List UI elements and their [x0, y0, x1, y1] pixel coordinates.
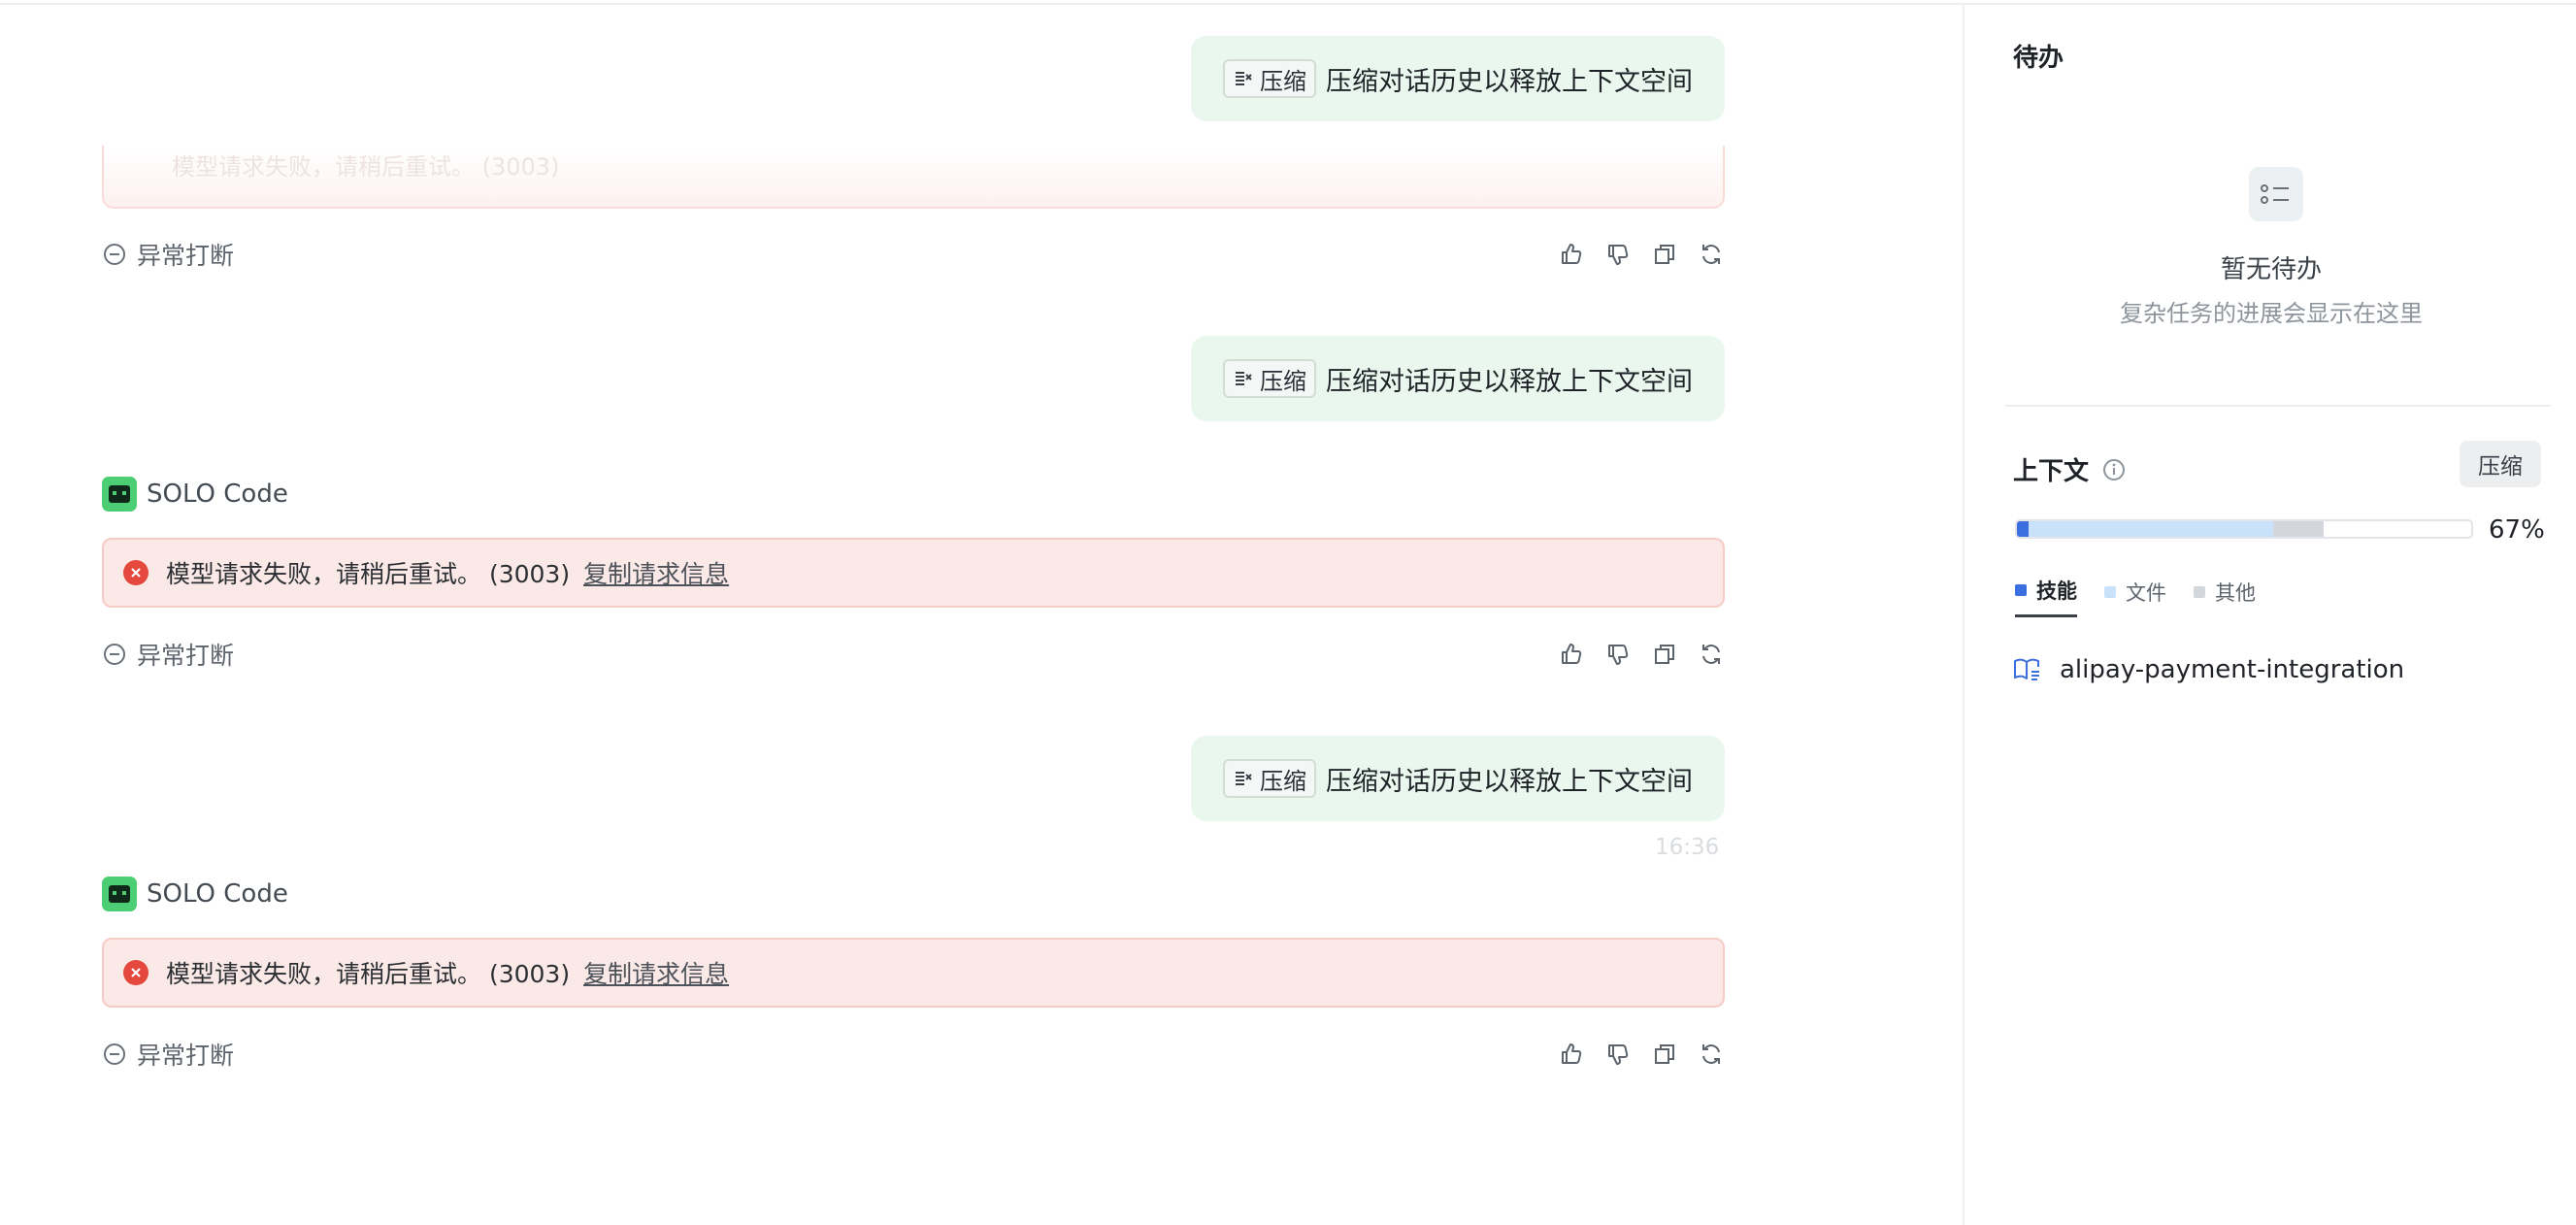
interrupt-label: 异常打断: [137, 642, 235, 670]
info-icon[interactable]: [2102, 458, 2126, 481]
thumbs-up-icon[interactable]: [1558, 241, 1585, 268]
compress-tag: 压缩: [1223, 359, 1316, 398]
interrupt-label: 异常打断: [137, 242, 235, 270]
todo-title: 待办: [2013, 44, 2064, 73]
legend-swatch: [2015, 584, 2027, 596]
message-status-row: 异常打断: [102, 1035, 1725, 1074]
compress-icon: [1236, 372, 1252, 385]
copy-icon[interactable]: [1651, 1041, 1678, 1068]
compress-button[interactable]: 压缩: [2460, 441, 2541, 487]
compress-icon: [1236, 772, 1252, 785]
tag-label: 压缩: [1260, 367, 1306, 395]
todo-empty-subtitle: 复杂任务的进展会显示在这里: [2120, 300, 2423, 327]
skill-item[interactable]: alipay-payment-integration: [2013, 655, 2404, 684]
message-timestamp: 16:36: [1655, 835, 1720, 860]
context-percent: 67%: [2489, 515, 2545, 545]
error-icon: [123, 960, 149, 985]
todo-list-icon: [2249, 167, 2303, 221]
error-text-wrap: 模型请求失败，请稍后重试。 (3003) 复制请求信息: [166, 555, 729, 590]
thumbs-down-icon[interactable]: [1604, 641, 1632, 668]
chat-area[interactable]: 压缩 压缩对话历史以释放上下文空间 模型请求失败，请稍后重试。 (3003) 异…: [0, 0, 1963, 1225]
message-status-row: 异常打断: [102, 635, 1725, 674]
legend-swatch: [2194, 585, 2205, 598]
copy-icon[interactable]: [1651, 641, 1678, 668]
agent-header: SOLO Code: [102, 477, 288, 512]
faded-error-text: 模型请求失败，请稍后重试。 (3003): [172, 153, 560, 181]
tag-label: 压缩: [1260, 67, 1306, 95]
copy-icon[interactable]: [1651, 241, 1678, 268]
interrupt-icon: [104, 644, 125, 665]
interrupt-status: 异常打断: [102, 637, 234, 672]
user-message: 压缩 压缩对话历史以释放上下文空间: [1191, 336, 1725, 421]
copy-request-info-link[interactable]: 复制请求信息: [583, 560, 729, 588]
compress-tag: 压缩: [1223, 759, 1316, 798]
interrupt-label: 异常打断: [137, 1042, 235, 1070]
app-window: 压缩 压缩对话历史以释放上下文空间 模型请求失败，请稍后重试。 (3003) 异…: [0, 0, 2576, 1225]
user-message-text: 压缩对话历史以释放上下文空间: [1326, 66, 1693, 97]
refresh-icon[interactable]: [1698, 1041, 1725, 1068]
context-title: 上下文: [2013, 457, 2090, 486]
faded-error-box: 模型请求失败，请稍后重试。 (3003): [102, 146, 1725, 209]
legend-swatch: [2104, 585, 2116, 598]
refresh-icon[interactable]: [1698, 241, 1725, 268]
context-header: 上下文: [2013, 451, 2126, 487]
refresh-icon[interactable]: [1698, 641, 1725, 668]
solo-code-logo: [102, 877, 137, 911]
copy-request-info-link[interactable]: 复制请求信息: [583, 960, 729, 988]
skill-name: alipay-payment-integration: [2060, 655, 2405, 684]
interrupt-icon: [104, 244, 125, 265]
solo-code-logo: [102, 477, 137, 512]
tag-label: 压缩: [1260, 767, 1306, 795]
legend-tab-other[interactable]: 其他: [2194, 576, 2256, 617]
thumbs-up-icon[interactable]: [1558, 1041, 1585, 1068]
thumbs-up-icon[interactable]: [1558, 641, 1585, 668]
interrupt-status: 异常打断: [102, 1037, 234, 1072]
error-message-box: 模型请求失败，请稍后重试。 (3003) 复制请求信息: [102, 538, 1725, 608]
message-actions: [1558, 1041, 1725, 1068]
message-status-row: 异常打断: [102, 235, 1725, 274]
legend-label: 文件: [2126, 580, 2166, 605]
message-actions: [1558, 641, 1725, 668]
error-message-box: 模型请求失败，请稍后重试。 (3003) 复制请求信息: [102, 938, 1725, 1008]
user-message: 压缩 压缩对话历史以释放上下文空间: [1191, 36, 1725, 121]
error-icon: [123, 560, 149, 585]
compress-icon: [1236, 72, 1252, 85]
todo-empty-title: 暂无待办: [2220, 255, 2322, 284]
message-actions: [1558, 241, 1725, 268]
error-text-wrap: 模型请求失败，请稍后重试。 (3003) 复制请求信息: [166, 955, 729, 990]
interrupt-status: 异常打断: [102, 237, 234, 272]
user-message-text: 压缩对话历史以释放上下文空间: [1326, 366, 1693, 397]
user-message: 压缩 压缩对话历史以释放上下文空间: [1191, 736, 1725, 821]
thumbs-down-icon[interactable]: [1604, 1041, 1632, 1068]
legend-tab-files[interactable]: 文件: [2104, 576, 2166, 617]
right-panel: 待办 暂无待办 复杂任务的进展会显示在这里 上下文 压缩 67% 技能 文件 其…: [1963, 5, 2576, 1225]
agent-name: SOLO Code: [147, 480, 288, 509]
skills-segment: [2017, 521, 2029, 537]
panel-divider: [2005, 405, 2551, 407]
agent-header: SOLO Code: [102, 877, 288, 911]
context-legend: 技能 文件 其他: [2015, 576, 2256, 617]
interrupt-icon: [104, 1043, 125, 1065]
error-text: 模型请求失败，请稍后重试。 (3003): [166, 560, 571, 588]
legend-label: 其他: [2215, 580, 2256, 605]
other-segment: [2273, 521, 2324, 537]
legend-tab-skills[interactable]: 技能: [2015, 576, 2077, 617]
compress-tag: 压缩: [1223, 59, 1316, 98]
error-text: 模型请求失败，请稍后重试。 (3003): [166, 960, 571, 988]
agent-name: SOLO Code: [147, 879, 288, 909]
legend-label: 技能: [2036, 579, 2077, 603]
user-message-text: 压缩对话历史以释放上下文空间: [1326, 766, 1693, 797]
files-segment: [2028, 521, 2274, 537]
thumbs-down-icon[interactable]: [1604, 241, 1632, 268]
context-usage-bar: [2015, 519, 2473, 539]
book-icon: [2014, 658, 2039, 680]
